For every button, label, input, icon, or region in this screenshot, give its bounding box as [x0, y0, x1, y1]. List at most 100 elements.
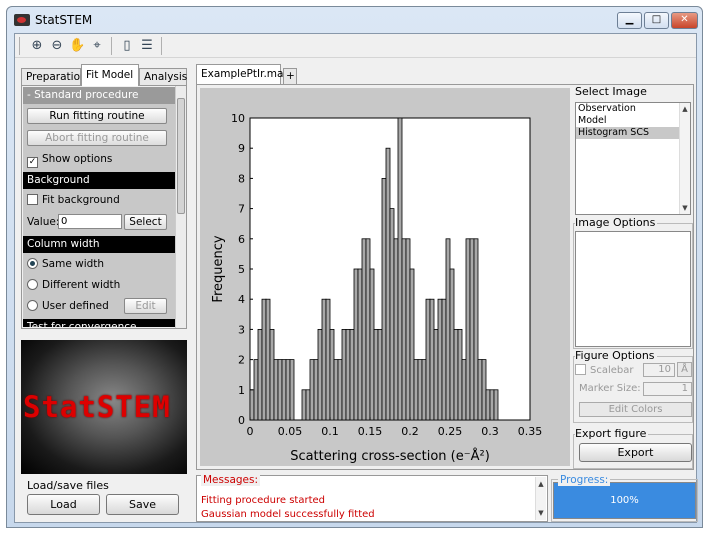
y-tick-label: 9: [238, 142, 245, 155]
zoom-out-icon[interactable]: ⊖: [49, 38, 65, 54]
scalebar-checkbox[interactable]: [575, 364, 586, 375]
histogram-bar: [445, 238, 451, 421]
histogram-bar: [429, 298, 435, 421]
scalebar-row[interactable]: Scalebar: [575, 364, 634, 376]
toolbar-separator: [161, 37, 162, 55]
fit-background-checkbox[interactable]: [27, 194, 38, 205]
y-tick-label: 8: [238, 172, 245, 185]
histogram-bar: [261, 298, 267, 421]
messages-scrollbar[interactable]: ▲ ▼: [535, 477, 546, 520]
different-width-label: Different width: [42, 279, 121, 291]
histogram-bar: [301, 389, 307, 421]
histogram-bar: [397, 117, 403, 421]
histogram-bar: [249, 389, 255, 421]
different-width-row[interactable]: Different width: [27, 279, 120, 291]
histogram-bar: [253, 359, 259, 421]
close-button[interactable]: ✕: [671, 12, 698, 29]
scalebar-value-input[interactable]: 10: [643, 363, 675, 377]
y-tick-label: 6: [238, 233, 245, 246]
load-button[interactable]: Load: [27, 494, 100, 515]
add-tab-button[interactable]: +: [283, 68, 297, 84]
background-value-input[interactable]: 0: [58, 214, 122, 229]
image-options-label: Image Options: [575, 216, 658, 229]
y-tick-label: 3: [238, 323, 245, 336]
export-button[interactable]: Export: [579, 443, 692, 462]
histogram-bar: [405, 238, 411, 421]
histogram-bar: [469, 238, 475, 421]
scroll-down-icon[interactable]: ▼: [680, 204, 690, 212]
minimize-button[interactable]: ▁: [617, 12, 642, 29]
histogram-bar: [273, 359, 279, 421]
edit-width-button[interactable]: Edit: [124, 298, 167, 314]
select-background-button[interactable]: Select: [124, 214, 167, 230]
figure-panel: 0 0.05 0.1 0.15 0.2 0.25 0.3 0.35 0 1 2 3 4 5 6 7 8 9 10 S…: [196, 84, 694, 470]
histogram-bar: [377, 328, 383, 421]
tab-example-file[interactable]: ExamplePtIr.mat: [196, 64, 288, 84]
zoom-in-icon[interactable]: ⊕: [29, 38, 45, 54]
title-bar[interactable]: StatSTEM ▁ □ ✕: [7, 7, 702, 33]
show-options-row[interactable]: ✓ Show options: [27, 153, 112, 168]
scalebar-unit-button[interactable]: Å: [677, 362, 692, 377]
histogram-chart[interactable]: 0 0.05 0.1 0.15 0.2 0.25 0.3 0.35 0 1 2 3 4 5 6 7 8 9 10 S…: [200, 88, 570, 466]
y-tick-label: 2: [238, 354, 245, 367]
scrollbar-thumb[interactable]: [177, 98, 185, 214]
different-width-radio[interactable]: [27, 279, 38, 290]
list-item-model[interactable]: Model: [576, 115, 690, 127]
show-options-label: Show options: [42, 153, 113, 165]
scroll-down-icon[interactable]: ▼: [536, 509, 546, 517]
app-window: StatSTEM ▁ □ ✕ ⊕ ⊖ ✋ ⌖ ▯ ☰ Preparation F…: [6, 6, 703, 528]
user-defined-row[interactable]: User defined: [27, 300, 109, 312]
marker-size-input[interactable]: 1: [643, 382, 692, 396]
histogram-bar: [421, 359, 427, 421]
colorbar-icon[interactable]: ▯: [119, 38, 135, 54]
histogram-bar: [309, 359, 315, 421]
abort-fitting-button[interactable]: Abort fitting routine: [27, 130, 167, 146]
pan-hand-icon[interactable]: ✋: [69, 38, 85, 54]
same-width-radio[interactable]: [27, 258, 38, 269]
toolbar: ⊕ ⊖ ✋ ⌖ ▯ ☰: [15, 34, 696, 58]
maximize-button[interactable]: □: [644, 12, 669, 29]
show-options-checkbox[interactable]: ✓: [27, 157, 38, 168]
tab-preparation[interactable]: Preparation: [21, 68, 87, 85]
data-cursor-icon[interactable]: ⌖: [89, 38, 105, 54]
histogram-bar: [285, 359, 291, 421]
scroll-up-icon[interactable]: ▲: [680, 105, 690, 113]
select-image-label: Select Image: [575, 85, 649, 98]
histogram-bar: [401, 238, 407, 421]
same-width-row[interactable]: Same width: [27, 258, 104, 270]
standard-procedure-header[interactable]: - Standard procedure: [23, 87, 176, 104]
histogram-bar: [289, 359, 295, 421]
same-width-label: Same width: [42, 258, 105, 270]
histogram-bar: [353, 268, 359, 421]
image-options-box: [575, 231, 691, 347]
histogram-bar: [257, 328, 263, 421]
toolbar-separator: [111, 37, 112, 55]
histogram-bar: [489, 389, 495, 421]
user-defined-radio[interactable]: [27, 300, 38, 311]
scroll-up-icon[interactable]: ▲: [536, 480, 546, 488]
histogram-bar: [337, 359, 343, 421]
tab-fit-model[interactable]: Fit Model: [81, 64, 139, 86]
window-title: StatSTEM: [35, 13, 93, 27]
y-tick-label: 4: [238, 293, 245, 306]
save-button[interactable]: Save: [106, 494, 179, 515]
x-tick-label: 0.1: [321, 425, 339, 438]
fit-model-panel: - Standard procedure Run fitting routine…: [21, 85, 187, 329]
histogram-bar: [477, 359, 483, 421]
run-fitting-button[interactable]: Run fitting routine: [27, 108, 167, 124]
histogram-bar: [413, 359, 419, 421]
histogram-bar: [321, 298, 327, 421]
tab-analysis[interactable]: Analysis: [139, 68, 187, 85]
edit-colors-button[interactable]: Edit Colors: [579, 402, 692, 417]
list-scrollbar[interactable]: ▲ ▼: [679, 103, 690, 214]
select-image-list[interactable]: Observation Model Histogram SCS ▲ ▼: [575, 102, 691, 215]
list-item-histogram-scs[interactable]: Histogram SCS: [576, 127, 680, 139]
histogram-bar: [473, 238, 479, 421]
left-panel-scrollbar[interactable]: [175, 86, 186, 328]
histogram-bar: [341, 328, 347, 421]
app-icon: [14, 14, 30, 26]
x-tick-label: 0.15: [358, 425, 383, 438]
legend-icon[interactable]: ☰: [139, 38, 155, 54]
fit-background-row[interactable]: Fit background: [27, 194, 120, 206]
list-item-observation[interactable]: Observation: [576, 103, 690, 115]
